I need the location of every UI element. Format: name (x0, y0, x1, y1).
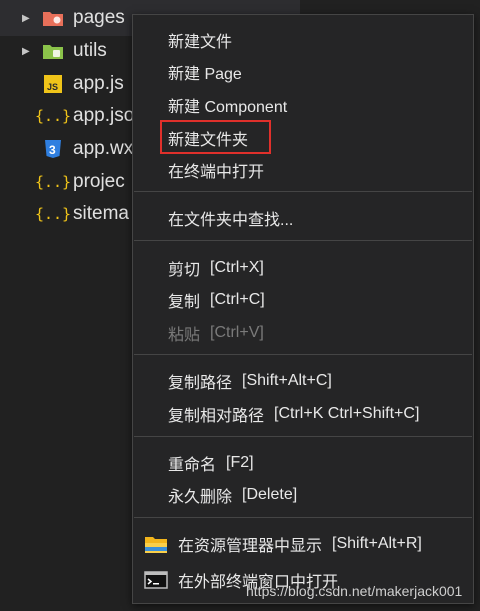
json-file-icon: {..} (35, 172, 71, 192)
menu-item-copy-path[interactable]: 复制路径 [Shift+Alt+C] (133, 366, 473, 396)
menu-item-paste: 粘贴 [Ctrl+V] (168, 324, 264, 344)
tree-item-app-wxss[interactable]: 3 app.wx (0, 133, 140, 165)
tree-item-app-js[interactable]: JS app.js (0, 68, 140, 100)
menu-item-new-page[interactable]: 新建 Page (133, 57, 473, 87)
menu-item-cut[interactable]: 剪切 [Ctrl+X] (133, 253, 473, 283)
menu-separator (134, 517, 472, 518)
tree-item-label: sitema (73, 203, 129, 224)
context-menu: 新建文件 新建 Page 新建 Component 新建文件夹 在终端中打开 在… (132, 14, 474, 604)
tree-item-label: utils (73, 40, 107, 61)
tree-item-pages[interactable]: ▶ pages (0, 2, 140, 34)
menu-item-delete[interactable]: 永久删除 [Delete] (133, 480, 473, 510)
json-file-icon: {..} (35, 204, 71, 224)
tree-item-sitemap[interactable]: {..} sitema (0, 198, 140, 230)
css-file-icon: 3 (42, 139, 64, 159)
menu-item-copy-relative-path[interactable]: 复制相对路径 [Ctrl+K Ctrl+Shift+C] (133, 399, 473, 429)
folder-utils-icon (42, 41, 64, 61)
tree-item-label: app.wx (73, 138, 134, 159)
tree-item-project-config[interactable]: {..} projec (0, 166, 140, 198)
js-icon-text: JS (47, 82, 58, 92)
menu-separator (134, 354, 472, 355)
menu-item-reveal-in-explorer[interactable]: 在资源管理器中显示 [Shift+Alt+R] (133, 529, 473, 559)
menu-separator (134, 240, 472, 241)
tree-item-utils[interactable]: ▶ utils (0, 35, 140, 67)
menu-item-rename[interactable]: 重命名 [F2] (133, 448, 473, 478)
menu-item-find-in-folder[interactable]: 在文件夹中查找... (133, 203, 473, 233)
watermark-text: https://blog.csdn.net/makerjack001 (246, 583, 463, 599)
tree-item-label: app.js (73, 73, 124, 94)
json-icon-text: {..} (34, 173, 72, 191)
json-file-icon: {..} (35, 106, 71, 126)
tree-item-label: projec (73, 171, 125, 192)
js-file-icon: JS (42, 74, 64, 94)
tree-item-label: pages (73, 7, 125, 28)
tree-item-label: app.jso (73, 105, 135, 126)
menu-separator (134, 436, 472, 437)
folder-pages-icon (42, 8, 64, 28)
tree-item-app-json[interactable]: {..} app.jso (0, 100, 140, 132)
expand-arrow-icon[interactable]: ▶ (22, 13, 32, 24)
menu-item-new-file[interactable]: 新建文件 (133, 25, 473, 55)
menu-separator (134, 191, 472, 192)
folder-explorer-icon (144, 533, 168, 555)
json-icon-text: {..} (34, 205, 72, 223)
css-icon-text: 3 (49, 143, 56, 157)
menu-item-new-component[interactable]: 新建 Component (133, 90, 473, 120)
expand-arrow-icon[interactable]: ▶ (22, 46, 32, 57)
terminal-icon (144, 569, 168, 591)
json-icon-text: {..} (34, 107, 72, 125)
menu-item-copy[interactable]: 复制 [Ctrl+C] (133, 285, 473, 315)
highlight-box (160, 120, 271, 154)
menu-item-open-in-terminal[interactable]: 在终端中打开 (133, 155, 473, 185)
